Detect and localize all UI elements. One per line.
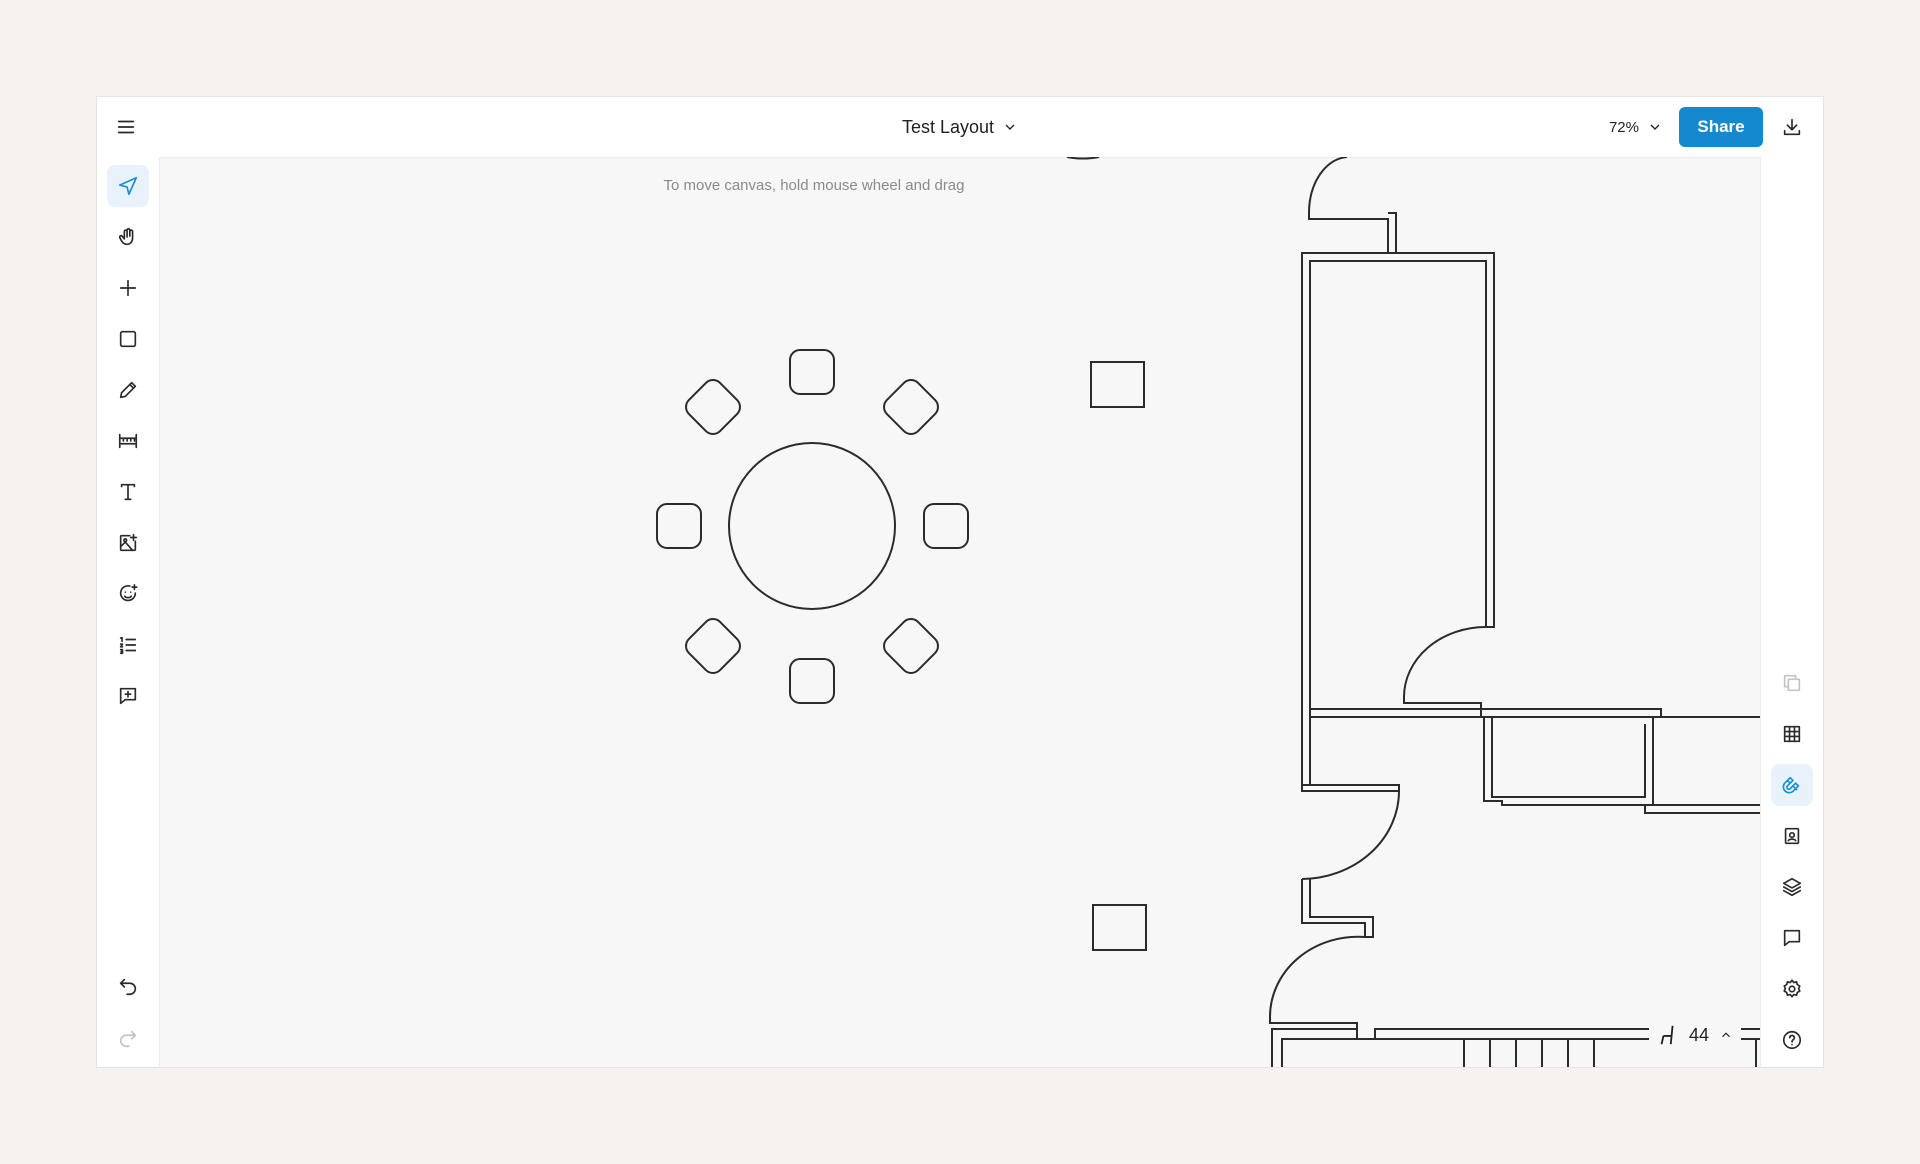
navigation-arrow-icon — [118, 176, 138, 196]
list-tool-button[interactable] — [107, 624, 149, 666]
round-table-8-seats[interactable] — [656, 349, 969, 704]
gear-icon — [1783, 979, 1801, 998]
zoom-dropdown[interactable]: 72% — [1609, 97, 1663, 157]
redo-button[interactable] — [107, 1017, 149, 1059]
numbered-list-icon — [119, 636, 137, 655]
download-icon — [1783, 118, 1801, 136]
chair[interactable] — [880, 615, 942, 677]
floorplan-canvas[interactable]: To move canvas, hold mouse wheel and dra… — [159, 157, 1761, 1067]
select-tool-button[interactable] — [107, 165, 149, 207]
contact-icon — [1784, 827, 1800, 845]
layers-button[interactable] — [1771, 866, 1813, 908]
menu-button[interactable] — [105, 106, 147, 148]
shape-tool-button[interactable] — [107, 318, 149, 360]
chair-icon — [1660, 1025, 1674, 1045]
comment-tool-button[interactable] — [107, 675, 149, 717]
settings-button[interactable] — [1771, 968, 1813, 1010]
layers-icon — [1782, 877, 1802, 897]
chair[interactable] — [789, 658, 835, 704]
download-button[interactable] — [1771, 106, 1813, 148]
zoom-level: 72% — [1608, 118, 1639, 136]
chair[interactable] — [656, 503, 702, 549]
square-object[interactable] — [1090, 361, 1145, 408]
guests-button[interactable] — [1771, 815, 1813, 857]
grid-icon — [1783, 725, 1801, 743]
top-bar: Test Layout 72% Share — [97, 97, 1823, 158]
duplicate-button[interactable] — [1771, 662, 1813, 704]
chair[interactable] — [923, 503, 969, 549]
add-tool-button[interactable] — [107, 267, 149, 309]
pencil-icon — [119, 381, 137, 399]
grid-button[interactable] — [1771, 713, 1813, 755]
hamburger-menu-icon — [117, 120, 135, 134]
app-window: Test Layout 72% Share To move canvas, ho… — [96, 96, 1824, 1068]
smiley-icon — [119, 584, 138, 602]
help-button[interactable] — [1771, 1019, 1813, 1061]
partial-object — [1066, 157, 1100, 160]
chair[interactable] — [789, 349, 835, 395]
comments-button[interactable] — [1771, 917, 1813, 959]
document-title: Test Layout — [901, 116, 995, 137]
copy-icon — [1783, 674, 1801, 692]
draw-tool-button[interactable] — [107, 369, 149, 411]
round-table[interactable] — [728, 442, 896, 610]
chat-icon — [1783, 929, 1801, 947]
share-button[interactable]: Share — [1679, 107, 1763, 147]
left-toolbar — [97, 157, 160, 1067]
hand-icon — [118, 227, 134, 246]
chevron-down-icon — [1005, 124, 1015, 130]
ruler-icon — [118, 433, 138, 449]
undo-button[interactable] — [107, 965, 149, 1007]
square-object[interactable] — [1092, 904, 1147, 951]
walls — [1268, 157, 1761, 1067]
chevron-up-icon — [1722, 1032, 1730, 1038]
magnet-icon — [1782, 776, 1800, 794]
text-tool-button[interactable] — [107, 471, 149, 513]
seat-count-button[interactable]: 44 — [1648, 1017, 1741, 1053]
measure-tool-button[interactable] — [107, 420, 149, 462]
emoji-tool-button[interactable] — [107, 573, 149, 615]
chair[interactable] — [880, 376, 942, 438]
floorplan-drawing — [656, 157, 1761, 1067]
comment-plus-icon — [119, 687, 137, 705]
document-title-dropdown[interactable]: Test Layout — [902, 97, 1018, 157]
seat-count-value: 44 — [1688, 1024, 1709, 1045]
image-plus-icon — [119, 533, 138, 552]
chair[interactable] — [682, 376, 744, 438]
image-tool-button[interactable] — [107, 522, 149, 564]
right-toolbar — [1760, 157, 1823, 1067]
plus-icon — [119, 279, 137, 297]
chair[interactable] — [682, 615, 744, 677]
undo-icon — [119, 978, 137, 996]
snap-button[interactable] — [1771, 764, 1813, 806]
pan-tool-button[interactable] — [107, 216, 149, 258]
help-icon — [1782, 1030, 1802, 1050]
text-icon — [120, 483, 136, 501]
square-icon — [119, 330, 137, 348]
chevron-down-icon — [1650, 124, 1660, 130]
redo-icon — [119, 1030, 137, 1048]
